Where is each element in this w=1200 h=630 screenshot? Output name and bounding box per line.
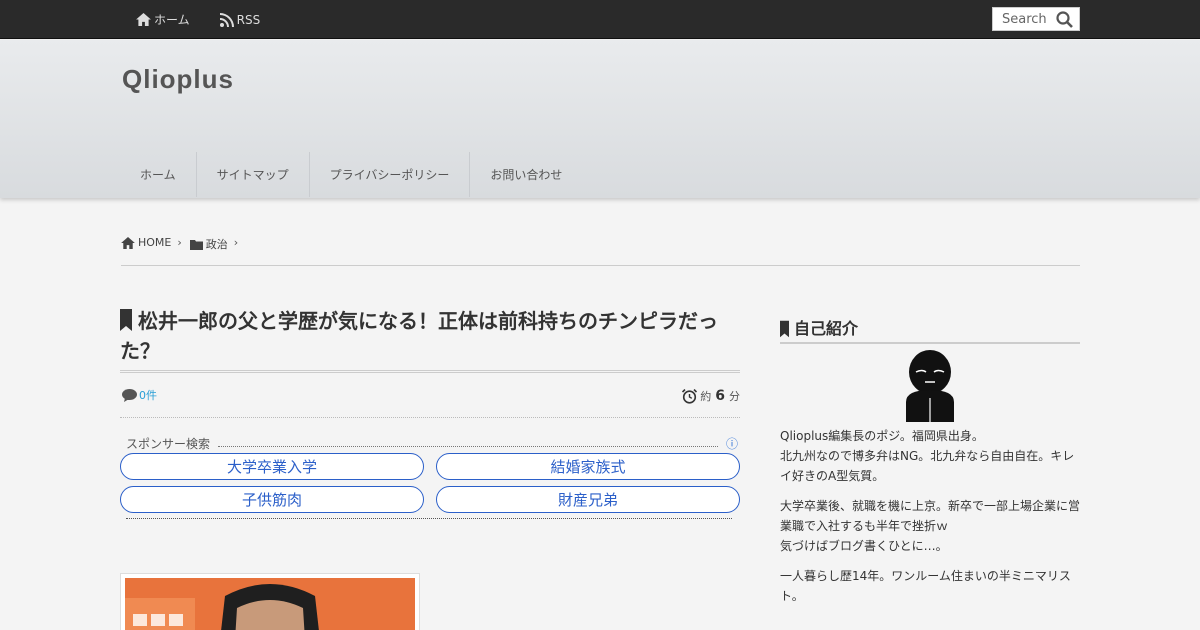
search-box	[992, 7, 1080, 31]
sponsor-label: スポンサー検索	[126, 437, 211, 451]
comment-count-link[interactable]: 0件	[122, 387, 157, 403]
site-header: Qlioplus ホーム サイトマップ プライバシーポリシー お問い合わせ	[0, 40, 1200, 198]
folder-icon	[189, 239, 203, 250]
article-title-text: 松井一郎の父と学歴が気になる！正体は前科持ちのチンピラだった？	[120, 309, 718, 363]
top-bar: ホーム RSS	[0, 0, 1200, 39]
sponsor-header: スポンサー検索 ⓘ	[126, 435, 738, 452]
sponsor-link[interactable]: 財産兄弟	[436, 486, 740, 513]
profile-paragraph: 大学卒業後、就職を機に上京。新卒で一部上場企業に営業職で入社するも半年で挫折ｗ …	[780, 499, 1081, 553]
read-time-suffix: 分	[729, 390, 740, 403]
top-nav-rss-label: RSS	[236, 12, 261, 27]
divider	[126, 518, 732, 519]
top-nav-home[interactable]: ホーム	[136, 11, 190, 28]
breadcrumb-category-label: 政治	[205, 238, 228, 251]
sponsor-link[interactable]: 大学卒業入学	[120, 453, 424, 480]
chevron-right-icon: ›	[233, 236, 239, 249]
global-nav-contact[interactable]: お問い合わせ	[470, 152, 582, 197]
comment-icon	[122, 388, 137, 402]
info-icon[interactable]: ⓘ	[726, 435, 738, 452]
top-nav-home-label: ホーム	[154, 13, 190, 27]
bookmark-icon	[120, 309, 132, 331]
breadcrumb-home-label: HOME	[138, 236, 172, 249]
global-nav-privacy[interactable]: プライバシーポリシー	[310, 152, 471, 197]
search-input[interactable]	[993, 8, 1053, 30]
home-icon	[121, 236, 135, 249]
rss-icon	[219, 12, 234, 27]
profile-paragraph: Qlioplus編集長のポジ。福岡県出身。 北九州なので博多弁はNG。北九弁なら…	[780, 429, 1075, 483]
breadcrumb: HOME › 政治 ›	[121, 236, 1080, 266]
avatar	[906, 350, 954, 422]
sponsor-search: スポンサー検索 ⓘ 大学卒業入学 結婚家族式 子供筋肉 財産兄弟	[120, 432, 740, 520]
sidebar-title-text: 自己紹介	[794, 319, 859, 338]
read-time-prefix: 約	[700, 390, 712, 403]
comment-count: 0件	[139, 389, 157, 402]
search-icon[interactable]	[1056, 11, 1073, 28]
alarm-clock-icon	[682, 388, 698, 404]
chevron-right-icon: ›	[177, 236, 182, 249]
sponsor-link[interactable]: 子供筋肉	[120, 486, 424, 513]
article-meta: 0件 約 6 分	[120, 382, 740, 418]
profile-paragraph: 一人暮らし歴14年。ワンルーム住まいの半ミニマリスト。	[780, 569, 1071, 603]
global-nav: ホーム サイトマップ プライバシーポリシー お問い合わせ	[120, 152, 582, 197]
read-time: 約 6 分	[682, 388, 740, 404]
profile-text: Qlioplus編集長のポジ。福岡県出身。 北九州なので博多弁はNG。北九弁なら…	[780, 426, 1080, 606]
breadcrumb-home[interactable]: HOME	[121, 236, 171, 249]
home-icon	[136, 13, 151, 26]
read-time-minutes: 6	[715, 388, 725, 404]
article-title: 松井一郎の父と学歴が気になる！正体は前科持ちのチンピラだった？	[120, 306, 740, 373]
site-title[interactable]: Qlioplus	[122, 64, 234, 95]
portrait-image	[125, 578, 415, 630]
top-nav-rss[interactable]: RSS	[219, 12, 261, 27]
sidebar-title: 自己紹介	[780, 314, 1080, 344]
divider	[218, 441, 718, 447]
article-photo	[125, 578, 415, 630]
global-nav-home[interactable]: ホーム	[120, 152, 197, 197]
global-nav-sitemap[interactable]: サイトマップ	[197, 152, 310, 197]
sidebar: 自己紹介 Qlioplus編集長のポジ。福岡県出身。 北九州なので博多弁はNG。…	[780, 314, 1080, 606]
bookmark-icon	[780, 320, 789, 338]
article-thumbnail	[120, 573, 420, 630]
sponsor-link[interactable]: 結婚家族式	[436, 453, 740, 480]
breadcrumb-category[interactable]: 政治	[189, 236, 228, 252]
top-nav: ホーム RSS	[136, 0, 290, 39]
